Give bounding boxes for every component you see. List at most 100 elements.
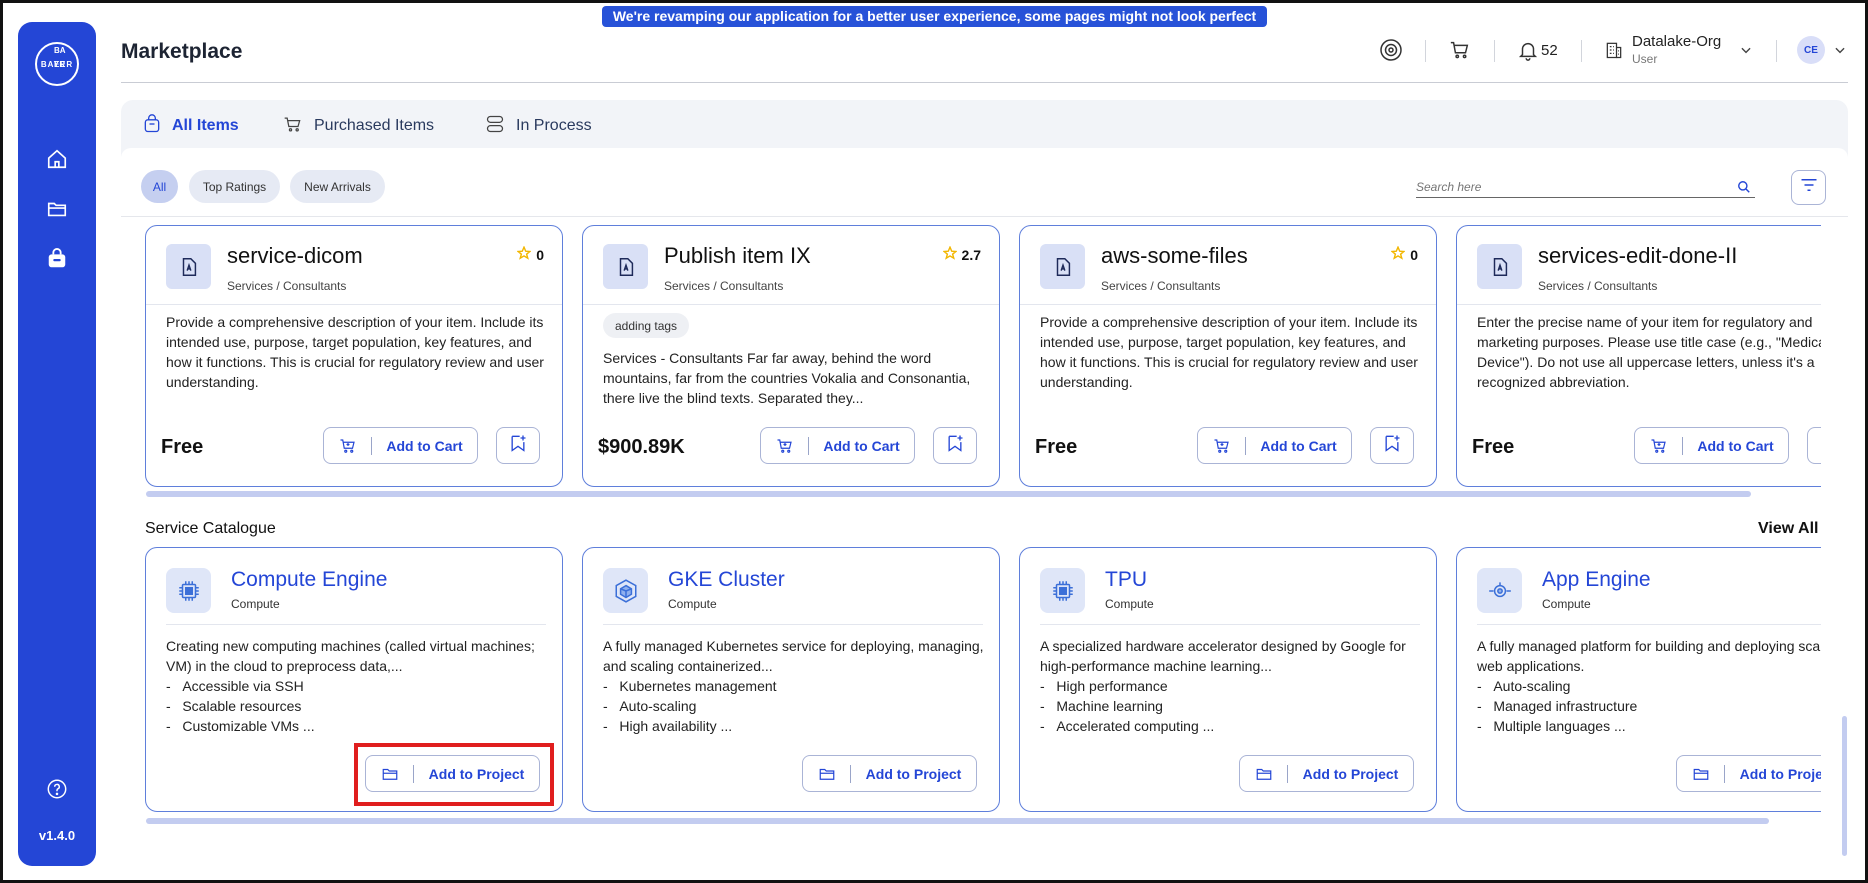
- settings-dial-icon[interactable]: [1378, 37, 1404, 63]
- folder-icon: [803, 764, 851, 783]
- bookmark-add-button[interactable]: [933, 427, 977, 464]
- view-all-link[interactable]: View All: [1758, 520, 1818, 538]
- cart-icon: [282, 114, 304, 139]
- help-circle-icon[interactable]: [42, 774, 72, 804]
- cart-icon: [324, 436, 372, 455]
- item-title: service-dicom: [227, 243, 363, 268]
- tab-purchased-items[interactable]: Purchased Items: [282, 111, 434, 141]
- catalogue-horizontal-scrollbar[interactable]: [146, 818, 1769, 824]
- add-to-project-button[interactable]: Add to Project: [1239, 755, 1414, 792]
- item-category: Services / Consultants: [227, 279, 347, 293]
- building-icon: [1603, 38, 1625, 62]
- bookmark-plus-icon: [945, 433, 965, 458]
- marketplace-bag-icon[interactable]: [42, 244, 72, 274]
- bayer-logo[interactable]: BAYER BA ER: [35, 42, 79, 86]
- bookmark-plus-icon: [508, 433, 528, 458]
- app-version: v1.4.0: [38, 828, 76, 843]
- bookmark-plus-icon: [1382, 433, 1402, 458]
- items-horizontal-scrollbar[interactable]: [146, 491, 1751, 497]
- add-to-cart-button[interactable]: Add to Cart: [1634, 427, 1789, 464]
- tab-label: Purchased Items: [314, 117, 435, 134]
- folder-icon[interactable]: [42, 194, 72, 224]
- home-icon[interactable]: [42, 144, 72, 174]
- item-description: Provide a comprehensive description of y…: [166, 314, 544, 390]
- bookmark-add-button[interactable]: [1370, 427, 1414, 464]
- kubernetes-cube-icon: [603, 568, 648, 613]
- catalogue-card[interactable]: GKE Cluster Compute A fully managed Kube…: [582, 547, 1000, 812]
- document-icon: [1477, 244, 1522, 289]
- document-icon: [166, 244, 211, 289]
- star-icon: [516, 245, 532, 263]
- catalogue-title: Compute Engine: [231, 568, 388, 591]
- item-rating: 0: [1390, 245, 1418, 263]
- item-category: Services / Consultants: [1538, 279, 1658, 293]
- filter-chip-top-ratings[interactable]: Top Ratings: [189, 170, 280, 203]
- search-bar: [1416, 178, 1755, 198]
- folder-icon: [1240, 764, 1288, 783]
- cart-icon[interactable]: [1448, 38, 1472, 62]
- add-to-cart-button[interactable]: Add to Cart: [323, 427, 478, 464]
- filter-button[interactable]: [1791, 170, 1826, 205]
- avatar[interactable]: CE: [1797, 36, 1825, 64]
- highlight-box: [354, 743, 554, 806]
- catalogue-subtitle: Compute: [668, 597, 717, 611]
- catalogue-card[interactable]: TPU Compute A specialized hardware accel…: [1019, 547, 1437, 812]
- star-icon: [1390, 245, 1406, 263]
- document-icon: [603, 244, 648, 289]
- logo-text-vertical: BA ER: [54, 46, 66, 69]
- section-title-service-catalogue: Service Catalogue: [145, 520, 276, 537]
- search-icon[interactable]: [1737, 180, 1751, 199]
- add-to-cart-button[interactable]: Add to Cart: [1197, 427, 1352, 464]
- filter-chip-all[interactable]: All: [141, 170, 178, 203]
- bag-icon: [142, 113, 162, 139]
- bookmark-add-button[interactable]: [496, 427, 540, 464]
- item-card[interactable]: aws-some-files Services / Consultants 0 …: [1019, 225, 1437, 487]
- tab-label: All Items: [172, 117, 239, 134]
- avatar-chevron-down-icon[interactable]: [1832, 42, 1848, 58]
- org-name[interactable]: Datalake-Org: [1632, 33, 1721, 50]
- cart-icon: [761, 436, 809, 455]
- add-to-project-button[interactable]: Add to Project: [1676, 755, 1821, 792]
- item-description: Services - Consultants Far far away, beh…: [603, 350, 971, 406]
- catalogue-features: - High performance - Machine learning - …: [1040, 678, 1215, 734]
- item-card[interactable]: service-dicom Services / Consultants 0 P…: [145, 225, 563, 487]
- item-rating: 2.7: [941, 245, 981, 263]
- catalogue-features: - Kubernetes management - Auto-scaling -…: [603, 678, 777, 734]
- folder-icon: [1677, 764, 1725, 783]
- document-icon: [1040, 244, 1085, 289]
- bell-icon[interactable]: [1516, 38, 1540, 62]
- catalogue-subtitle: Compute: [1542, 597, 1591, 611]
- stack-icon: [484, 114, 506, 139]
- vertical-scrollbar[interactable]: [1842, 716, 1847, 856]
- item-price: $900.89K: [598, 436, 685, 458]
- item-tag: adding tags: [603, 313, 690, 338]
- app-engine-icon: [1477, 568, 1522, 613]
- sidebar: BAYER BA ER v1.4.0: [18, 22, 96, 866]
- catalogue-title: TPU: [1105, 568, 1147, 591]
- tab-in-process[interactable]: In Process: [484, 111, 592, 141]
- bookmark-add-button[interactable]: [1807, 427, 1821, 464]
- catalogue-card[interactable]: App Engine Compute A fully managed platf…: [1456, 547, 1821, 812]
- search-input[interactable]: [1416, 180, 1716, 194]
- item-title: Publish item IX: [664, 243, 811, 268]
- tab-label: In Process: [516, 117, 592, 134]
- star-icon: [941, 245, 958, 263]
- chevron-down-icon[interactable]: [1738, 42, 1754, 58]
- item-title: aws-some-files: [1101, 243, 1248, 268]
- item-card[interactable]: services-edit-done-II Services / Consult…: [1456, 225, 1821, 487]
- filter-chip-new-arrivals[interactable]: New Arrivals: [290, 170, 385, 203]
- catalogue-description: Creating new computing machines (called …: [166, 638, 535, 674]
- item-price: Free: [1472, 436, 1515, 458]
- item-price: Free: [1035, 436, 1078, 458]
- catalogue-description: A fully managed platform for building an…: [1477, 638, 1821, 674]
- add-to-project-button[interactable]: Add to Project: [802, 755, 977, 792]
- item-title: services-edit-done-II: [1538, 243, 1738, 268]
- items-row: service-dicom Services / Consultants 0 P…: [121, 225, 1821, 488]
- add-to-cart-button[interactable]: Add to Cart: [760, 427, 915, 464]
- item-card[interactable]: Publish item IX Services / Consultants 2…: [582, 225, 1000, 487]
- cpu-chip-icon: [166, 568, 211, 613]
- revamp-banner: We're revamping our application for a be…: [602, 6, 1267, 45]
- catalogue-subtitle: Compute: [231, 597, 280, 611]
- tab-all-items[interactable]: All Items: [142, 111, 239, 141]
- item-category: Services / Consultants: [1101, 279, 1221, 293]
